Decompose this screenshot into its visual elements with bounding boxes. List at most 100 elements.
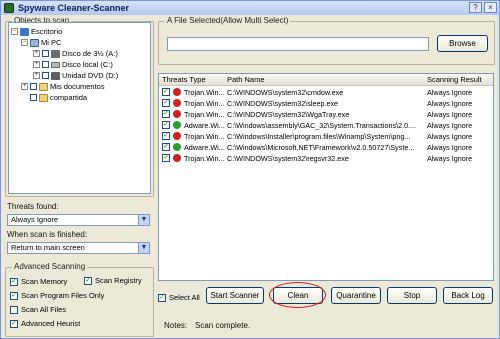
tree-item-compartida[interactable]: compartida (30, 93, 87, 102)
window-title: Spyware Cleaner-Scanner (18, 3, 130, 13)
close-button[interactable]: × (484, 2, 497, 13)
row-checkbox[interactable]: ✓ (162, 88, 170, 96)
advanced-heuristic-checkbox[interactable]: ✓ (10, 319, 18, 328)
scan-registry-checkbox[interactable]: ✓ (84, 276, 92, 285)
table-row[interactable]: ✓ Adware.Wi... C:\Windows\assembly\GAC_3… (159, 120, 493, 130)
tree-item-label: Unidad DVD (D:) (62, 71, 119, 80)
file-selected-legend: A File Selected(Allow Multi Select) (165, 16, 291, 25)
computer-icon (30, 38, 39, 47)
table-row[interactable]: ✓ Adware.Wi... C:\Windows\Microsoft.NET\… (159, 142, 493, 152)
drive-icon (51, 61, 60, 68)
threat-status-icon (173, 143, 181, 151)
tree-item-label: Disco de 3½ (A:) (62, 49, 118, 58)
table-header: Threats Type Path Name Scanning Result (159, 74, 493, 86)
header-path-name[interactable]: Path Name (227, 75, 265, 84)
row-path: C:\WINDOWS\system32\regsvr32.exe (227, 154, 349, 163)
row-checkbox[interactable]: ✓ (162, 110, 170, 118)
row-path: C:\WINDOWS\system32\cmdow.exe (227, 88, 344, 97)
stop-button[interactable]: Stop (387, 287, 437, 304)
threats-found-value: Always Ignore (11, 215, 59, 224)
chevron-down-icon[interactable]: ▼ (138, 215, 149, 225)
file-path-input[interactable] (167, 37, 429, 51)
row-result: Always Ignore (427, 110, 473, 119)
back-log-button[interactable]: Back Log (443, 287, 493, 304)
expand-icon[interactable]: + (33, 61, 40, 68)
tree-checkbox[interactable] (42, 50, 49, 57)
tree-checkbox[interactable] (30, 83, 37, 90)
row-result: Always Ignore (427, 121, 473, 130)
notes-label: Notes: (164, 321, 188, 330)
tree-item-label: Escritorio (31, 27, 63, 36)
row-checkbox[interactable]: ✓ (162, 132, 170, 140)
when-finished-value: Return to main screen (11, 243, 85, 252)
app-icon (4, 3, 14, 13)
table-row[interactable]: ✓ Trojan.Win... C:\WINDOWS\system32\slee… (159, 98, 493, 108)
floppy-icon (51, 49, 60, 58)
tree-item-disco-a[interactable]: + Disco de 3½ (A:) (33, 49, 118, 58)
select-all-option[interactable]: ✓ Select All (158, 293, 200, 302)
row-checkbox[interactable]: ✓ (162, 99, 170, 107)
row-checkbox[interactable]: ✓ (162, 154, 170, 162)
table-row[interactable]: ✓ Trojan.Win... C:\WINDOWS\system32\cmdo… (159, 87, 493, 97)
objects-tree[interactable]: − Escritorio − Mi PC + Disco de 3½ (A:) … (8, 22, 151, 194)
row-result: Always Ignore (427, 143, 473, 152)
scan-all-files-option[interactable]: Scan All Files (10, 305, 66, 314)
scan-all-files-checkbox[interactable] (10, 305, 18, 314)
tree-item-mis-documentos[interactable]: + Mis documentos (21, 82, 105, 91)
row-checkbox[interactable]: ✓ (162, 143, 170, 151)
row-type: Adware.Wi... (184, 143, 225, 152)
window-controls: ? × (469, 2, 497, 13)
row-path: C:\Windows\assembly\GAC_32\System.Transa… (227, 121, 417, 130)
tree-checkbox[interactable] (42, 61, 49, 68)
row-path: C:\WINDOWS\system32\sleep.exe (227, 99, 339, 108)
tree-item-dvd-d[interactable]: + Unidad DVD (D:) (33, 71, 118, 80)
notes-value: Scan complete. (195, 321, 251, 330)
tree-checkbox[interactable] (30, 94, 37, 101)
collapse-icon[interactable]: − (21, 39, 28, 46)
row-type: Trojan.Win... (184, 88, 225, 97)
advanced-scanning-legend: Advanced Scanning (12, 262, 88, 271)
dvd-icon (51, 71, 60, 80)
title-bar[interactable]: Spyware Cleaner-Scanner ? × (1, 1, 499, 15)
expand-icon[interactable]: + (21, 83, 28, 90)
row-type: Trojan.Win... (184, 110, 225, 119)
table-row[interactable]: ✓ Trojan.Win... C:\WINDOWS\system32\regs… (159, 153, 493, 163)
select-all-label: Select All (169, 293, 200, 302)
scan-program-files-option[interactable]: ✓ Scan Program Files Only (10, 291, 104, 300)
scan-memory-option[interactable]: ✓ Scan Memory (10, 277, 67, 286)
scan-registry-option[interactable]: ✓ Scan Registry (84, 276, 142, 285)
tree-item-disco-c[interactable]: + Disco local (C:) (33, 60, 113, 69)
threats-found-select[interactable]: Always Ignore ▼ (7, 214, 150, 226)
help-button[interactable]: ? (469, 2, 482, 13)
threats-found-label: Threats found: (7, 202, 59, 211)
threat-status-icon (173, 88, 181, 96)
scan-memory-checkbox[interactable]: ✓ (10, 277, 18, 286)
header-scanning-result[interactable]: Scanning Result (427, 75, 482, 84)
start-scanner-button[interactable]: Start Scanner (206, 287, 264, 304)
collapse-icon[interactable]: − (11, 28, 18, 35)
row-path: C:\Windows\Microsoft.NET\Framework\v2.0.… (227, 143, 415, 152)
table-row[interactable]: ✓ Trojan.Win... C:\WINDOWS\system32\WgaT… (159, 109, 493, 119)
quarantine-button[interactable]: Quarantine (331, 287, 381, 304)
when-finished-select[interactable]: Return to main screen ▼ (7, 242, 150, 254)
select-all-checkbox[interactable]: ✓ (158, 293, 166, 302)
row-result: Always Ignore (427, 88, 473, 97)
header-threats-type[interactable]: Threats Type (162, 75, 206, 84)
chevron-down-icon[interactable]: ▼ (138, 243, 149, 253)
row-checkbox[interactable]: ✓ (162, 121, 170, 129)
table-row[interactable]: ✓ Trojan.Win... C:\Windows\Installer\pro… (159, 131, 493, 141)
row-result: Always Ignore (427, 154, 473, 163)
when-finished-label: When scan is finished: (7, 230, 88, 239)
threats-table[interactable]: Threats Type Path Name Scanning Result ✓… (158, 73, 494, 281)
scan-program-files-checkbox[interactable]: ✓ (10, 291, 18, 300)
browse-button[interactable]: Browse (437, 35, 488, 52)
tree-item-label: Mi PC (41, 38, 62, 47)
tree-checkbox[interactable] (42, 72, 49, 79)
advanced-heuristic-option[interactable]: ✓ Advanced Heurist (10, 319, 80, 328)
expand-icon[interactable]: + (33, 72, 40, 79)
expand-icon[interactable]: + (33, 50, 40, 57)
row-result: Always Ignore (427, 99, 473, 108)
app-window: Spyware Cleaner-Scanner ? × Objects to s… (0, 0, 500, 339)
tree-item-mi-pc[interactable]: − Mi PC (21, 38, 61, 47)
tree-item-escritorio[interactable]: − Escritorio (11, 27, 62, 36)
